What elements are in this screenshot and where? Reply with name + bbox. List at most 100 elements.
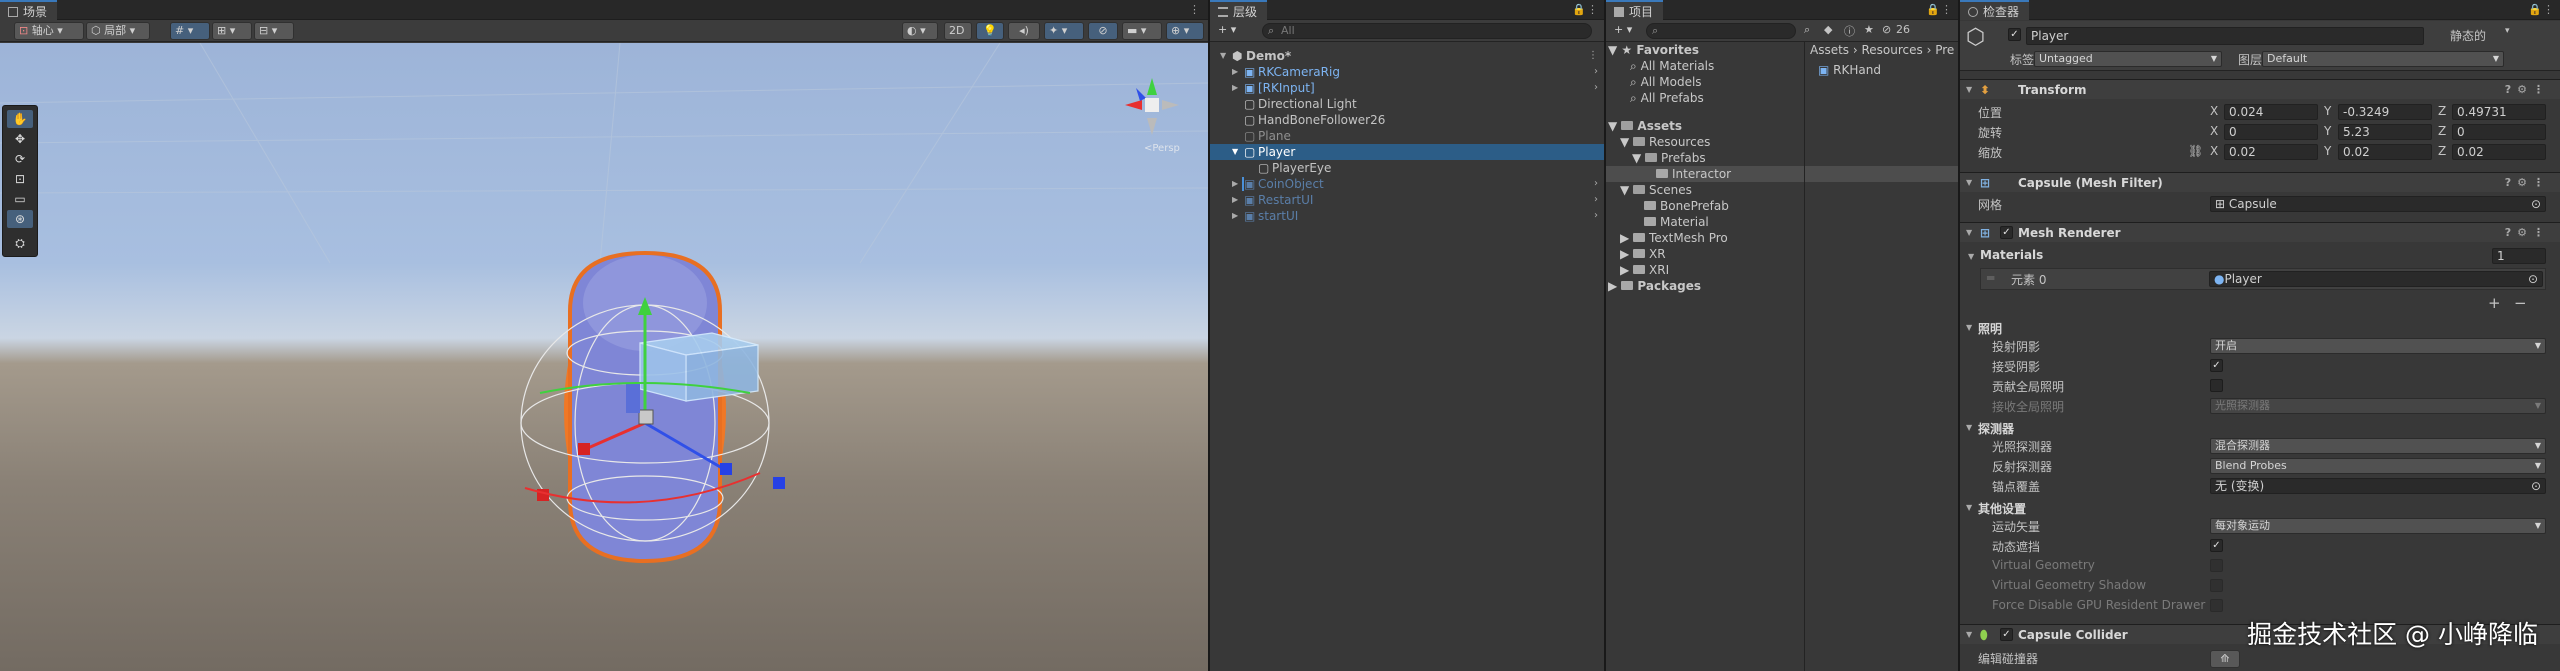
transform-header[interactable]: ▼ ⬍ Transform ?⚙⋮ [1960,79,2560,99]
chevron-right-icon[interactable]: › [1594,208,1598,224]
component-actions[interactable]: ?⚙⋮ [2505,223,2550,243]
folder-resources[interactable]: ▼ Resources [1620,134,1710,150]
mesh-filter-header[interactable]: ▼ ⊞ Capsule (Mesh Filter) ?⚙⋮ [1960,172,2560,192]
hierarchy-item-rkcamerarig[interactable]: ▶ ▣ RKCameraRig › [1210,64,1604,80]
hierarchy-item-directional-light[interactable]: ▢ Directional Light [1210,96,1604,112]
folder-textmeshpro[interactable]: ▶ TextMesh Pro [1620,230,1728,246]
tab-hierarchy[interactable]: 层级 [1210,0,1268,20]
hierarchy-more-icon[interactable]: ⋮ [1587,3,1598,16]
tab-project[interactable]: 项目 [1606,0,1664,20]
hierarchy-item-restartui[interactable]: ▶ ▣ RestartUI › [1210,192,1604,208]
shading-mode-button[interactable]: ◐ ▾ [902,22,938,40]
collapse-arrow-icon[interactable]: ▶ [1232,208,1238,224]
tab-inspector[interactable]: 检查器 [1960,0,2030,20]
material-object-field[interactable]: ●Player ⊙ [2209,271,2543,287]
folder-boneprefab[interactable]: BonePrefab [1644,198,1729,214]
hierarchy-lock-icon[interactable]: 🔒 [1572,3,1586,16]
camera-dropdown[interactable]: ▬ ▾ [1122,22,1162,40]
hierarchy-item-plane[interactable]: ▢ Plane [1210,128,1604,144]
dynamic-occlusion-checkbox[interactable]: ✓ [2210,539,2223,552]
transform-tool-icon[interactable]: ⊛ [7,210,33,228]
hierarchy-item-rkinput[interactable]: ▶ ▣ [RKInput] › [1210,80,1604,96]
add-element-button[interactable]: + [2488,294,2501,312]
contribute-gi-checkbox[interactable] [2210,379,2223,392]
effects-dropdown[interactable]: ✦ ▾ [1044,22,1084,40]
inspector-lock-icon[interactable]: 🔒 [2528,3,2542,16]
rotation-x-field[interactable]: 0 [2224,124,2318,140]
layer-dropdown[interactable]: Default ▼ [2262,51,2504,67]
breadcrumb-item[interactable]: Assets [1810,43,1849,57]
label-filter-icon[interactable]: ◆ [1824,23,1832,36]
packages-header[interactable]: ▶ Packages [1608,278,1701,294]
object-name-field[interactable]: Player [2026,27,2424,45]
scene-more-icon[interactable]: ⋮ [1588,48,1598,64]
expand-arrow-icon[interactable]: ▼ [1220,48,1226,64]
collapse-arrow-icon[interactable]: ▶ [1232,80,1238,96]
position-x-field[interactable]: 0.024 [2224,104,2318,120]
fav-item[interactable]: ⌕ All Models [1630,74,1702,90]
snap-increment-button[interactable]: ⊞ ▾ [212,22,252,40]
scale-x-field[interactable]: 0.02 [2224,144,2318,160]
collapse-arrow-icon[interactable]: ▶ [1232,192,1238,208]
static-dropdown-icon[interactable]: ▾ [2505,26,2510,36]
tag-dropdown[interactable]: Untagged ▼ [2034,51,2222,67]
mesh-object-field[interactable]: ⊞ Capsule ⊙ [2210,196,2546,212]
scene-viewport[interactable]: <Persp ✋ ✥ ⟳ ⊡ ▭ ⊛ ⛭ [0,43,1208,671]
audio-toggle[interactable]: ◂) [1008,22,1040,40]
search-by-type-icon[interactable]: ⌕ [1804,23,1810,37]
project-search-input[interactable]: ⌕ [1646,23,1796,39]
hidden-packages-icon[interactable]: ⊘ [1882,23,1891,36]
expand-arrow-icon[interactable]: ▼ [1968,252,1974,261]
grid-snap-button[interactable]: # ▾ [170,22,210,40]
align-button[interactable]: ⊟ ▾ [254,22,294,40]
local-dropdown[interactable]: ⬡ 局部 ▾ [86,22,150,40]
position-y-field[interactable]: -0.3249 [2338,104,2432,120]
link-icon[interactable]: ⛓ [2188,144,2203,158]
folder-xri[interactable]: ▶ XRI [1620,262,1669,278]
rect-tool-icon[interactable]: ▭ [7,190,33,208]
expand-arrow-icon[interactable]: ▼ [1966,503,1972,512]
hidden-objects-toggle[interactable]: ⊘ [1088,22,1118,40]
motion-vectors-dropdown[interactable]: 每对象运动 ▼ [2210,518,2546,534]
chevron-right-icon[interactable]: › [1594,80,1598,96]
2d-toggle[interactable]: 2D [944,22,972,40]
scale-z-field[interactable]: 0.02 [2452,144,2546,160]
project-more-icon[interactable]: ⋮ [1941,3,1952,16]
edit-collider-button[interactable]: ⟰ [2210,650,2240,668]
chevron-right-icon[interactable]: › [1594,192,1598,208]
lighting-toggle[interactable]: 💡 [976,22,1004,40]
project-lock-icon[interactable]: 🔒 [1926,3,1940,16]
drag-handle-icon[interactable]: ═ [1987,271,1994,285]
gizmos-dropdown[interactable]: ⊕ ▾ [1166,22,1204,40]
folder-prefabs[interactable]: ▼ Prefabs [1632,150,1706,166]
asset-rkhand[interactable]: ▣ RKHand [1818,62,1881,78]
favorite-star-icon[interactable]: ★ [1864,23,1874,36]
chevron-right-icon[interactable]: › [1594,176,1598,192]
active-checkbox[interactable]: ✓ [2008,28,2021,41]
scale-y-field[interactable]: 0.02 [2338,144,2432,160]
capsule-collider-enabled-checkbox[interactable]: ✓ [2000,628,2013,641]
expand-arrow-icon[interactable]: ▼ [1966,323,1972,332]
rotation-z-field[interactable]: 0 [2452,124,2546,140]
move-tool-icon[interactable]: ✥ [7,130,33,148]
pivot-dropdown[interactable]: ⊡ 轴心 ▾ [14,22,84,40]
custom-tool-icon[interactable]: ⛭ [7,234,33,252]
hierarchy-item-coinobject[interactable]: ▶ ▣ CoinObject › [1210,176,1604,192]
hierarchy-item-playereye[interactable]: ▢ PlayerEye [1210,160,1604,176]
info-icon[interactable]: ⓘ [1844,23,1855,39]
collapse-arrow-icon[interactable]: ▶ [1232,176,1238,192]
folder-material[interactable]: Material [1644,214,1709,230]
folder-interactor[interactable]: Interactor [1606,166,1958,182]
folder-scenes[interactable]: ▼ Scenes [1620,182,1692,198]
rotation-y-field[interactable]: 5.23 [2338,124,2432,140]
expand-arrow-icon[interactable]: ▼ [1232,144,1238,160]
fav-item[interactable]: ⌕ All Prefabs [1630,90,1704,106]
hierarchy-item-startui[interactable]: ▶ ▣ startUI › [1210,208,1604,224]
collapse-arrow-icon[interactable]: ▶ [1232,64,1238,80]
breadcrumb-item[interactable]: Pre [1935,43,1954,57]
chevron-right-icon[interactable]: › [1594,64,1598,80]
materials-count-field[interactable]: 1 [2492,248,2546,264]
tab-scene[interactable]: 场景 [0,0,58,20]
rotate-tool-icon[interactable]: ⟳ [7,150,33,168]
object-picker-icon[interactable]: ⊙ [2531,197,2541,211]
